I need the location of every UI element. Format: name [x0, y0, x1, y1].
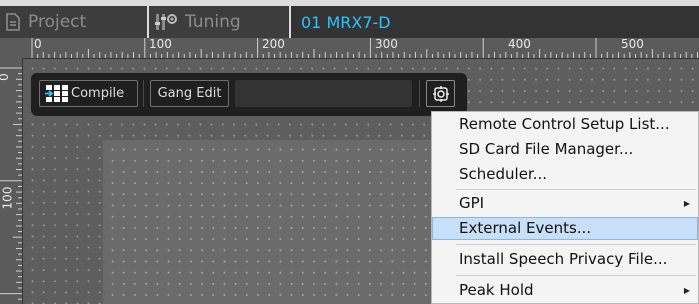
- menu-separator: [456, 189, 696, 190]
- menu-item-label: External Events...: [459, 219, 592, 237]
- tuning-sliders-icon: [155, 14, 177, 30]
- compile-grid-icon: [45, 85, 68, 102]
- document-icon: [6, 13, 20, 31]
- toolbar-divider: [143, 80, 144, 107]
- tab-bar: Project Tuning 01 MRX7-D: [0, 0, 699, 38]
- menu-separator: [456, 275, 696, 276]
- submenu-arrow-icon: ▶: [683, 286, 690, 295]
- ruler-label-500: 500: [621, 37, 644, 51]
- menu-item-label: SD Card File Manager...: [459, 140, 634, 158]
- toolbar-divider-2: [419, 80, 420, 107]
- horizontal-ruler: 0 100 200 300 400 500: [22, 37, 699, 59]
- submenu-arrow-icon: ▶: [683, 199, 690, 208]
- tab-tuning-label: Tuning: [185, 12, 241, 32]
- ruler-label-v100: 100: [0, 186, 15, 210]
- compile-button[interactable]: Compile: [39, 80, 138, 107]
- compile-label: Compile: [71, 86, 125, 101]
- menu-item-peak-hold[interactable]: Peak Hold ▶: [432, 279, 698, 302]
- gang-edit-label: Gang Edit: [157, 86, 222, 101]
- settings-menu-button[interactable]: [426, 80, 455, 107]
- gang-edit-button[interactable]: Gang Edit: [150, 80, 229, 107]
- tab-device-label: 01 MRX7-D: [301, 12, 391, 32]
- tab-project[interactable]: Project: [0, 6, 147, 38]
- menu-item-label: Scheduler...: [459, 165, 548, 183]
- ruler-label-400: 400: [508, 37, 531, 51]
- menu-item-sd-card-file-manager[interactable]: SD Card File Manager...: [432, 138, 698, 161]
- toolbar-field: [235, 80, 412, 107]
- menu-item-label: Remote Control Setup List...: [459, 115, 670, 133]
- ruler-label-0: 0: [34, 37, 42, 51]
- canvas-toolbar: Compile Gang Edit: [31, 73, 467, 116]
- vertical-ruler-ticks: [0, 67, 22, 300]
- menu-item-gpi[interactable]: GPI ▶: [432, 192, 698, 215]
- horizontal-ruler-ticks: [31, 38, 699, 58]
- menu-item-install-speech-privacy-file[interactable]: Install Speech Privacy File...: [432, 248, 698, 271]
- tab-device[interactable]: 01 MRX7-D: [291, 6, 699, 38]
- menu-item-label: Install Speech Privacy File...: [459, 250, 668, 268]
- menu-item-remote-control-setup-list[interactable]: Remote Control Setup List...: [432, 113, 698, 136]
- tab-project-label: Project: [28, 12, 87, 32]
- device-area[interactable]: [103, 140, 433, 304]
- ruler-corner: [0, 38, 22, 58]
- menu-item-scheduler[interactable]: Scheduler...: [432, 163, 698, 186]
- context-menu: Remote Control Setup List... SD Card Fil…: [431, 111, 699, 304]
- ruler-label-200: 200: [262, 37, 285, 51]
- menu-item-label: GPI: [459, 194, 485, 212]
- menu-separator: [456, 244, 696, 245]
- menu-item-label: Peak Hold: [459, 281, 534, 299]
- ruler-label-100: 100: [149, 37, 172, 51]
- ruler-label-v0: 0: [0, 73, 11, 81]
- ruler-label-300: 300: [375, 37, 398, 51]
- vertical-ruler: 0 100: [0, 58, 23, 304]
- tab-tuning[interactable]: Tuning: [149, 6, 289, 38]
- settings-icon: [432, 85, 449, 102]
- menu-item-external-events[interactable]: External Events...: [432, 217, 698, 240]
